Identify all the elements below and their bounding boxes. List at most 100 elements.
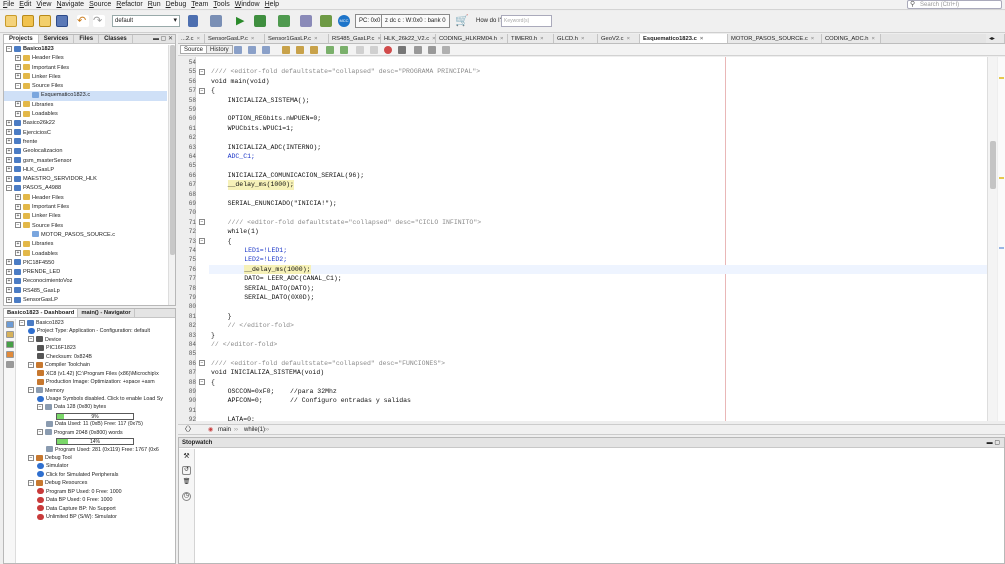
navigate-back-icon[interactable]: 〈〉 bbox=[181, 425, 195, 435]
close-icon[interactable]: × bbox=[197, 36, 200, 42]
collapse-icon[interactable]: − bbox=[28, 361, 34, 368]
expand-icon[interactable]: + bbox=[6, 259, 12, 266]
mark[interactable] bbox=[999, 247, 1004, 249]
open-project-icon[interactable] bbox=[39, 15, 51, 27]
collapse-icon[interactable]: − bbox=[19, 319, 25, 326]
expand-icon[interactable]: + bbox=[6, 268, 12, 275]
fold-icon[interactable]: − bbox=[199, 68, 205, 75]
close-icon[interactable]: × bbox=[627, 36, 630, 42]
editor-tab[interactable]: ...2.c × bbox=[178, 34, 205, 43]
code-line[interactable]: OPTION_REGbits.nWPUEN=0; bbox=[228, 114, 322, 123]
scrollbar-thumb[interactable] bbox=[990, 141, 996, 189]
code-line[interactable]: APFCON=0; // Configuro entradas y salida… bbox=[228, 396, 411, 405]
chip-icon[interactable] bbox=[6, 341, 14, 348]
tree-item[interactable]: − PASOS_A4988 bbox=[4, 184, 167, 193]
code-line[interactable]: LED2=!LED2; bbox=[244, 255, 287, 264]
menu-item-window[interactable]: Window bbox=[235, 1, 260, 8]
dashboard-item[interactable]: Simulator bbox=[17, 462, 175, 470]
fold-icon[interactable]: − bbox=[199, 238, 205, 245]
last-edit-icon[interactable] bbox=[234, 46, 242, 54]
close-icon[interactable]: × bbox=[872, 36, 875, 42]
dashboard-item[interactable]: Program Used: 281 (0x119) Free: 1767 (0x… bbox=[17, 446, 175, 454]
forward-icon[interactable] bbox=[262, 46, 270, 54]
dashboard-item[interactable]: − Program 2048 (0x800) words bbox=[17, 429, 175, 437]
tab-dashboard[interactable]: Basico1823 - Dashboard bbox=[4, 309, 79, 317]
undo-icon[interactable]: ↶ bbox=[77, 15, 89, 27]
close-icon[interactable]: × bbox=[811, 36, 814, 42]
menu-item-edit[interactable]: Edit bbox=[19, 1, 31, 8]
dashboard-item[interactable]: − Compiler Toolchain bbox=[17, 361, 175, 369]
tree-item[interactable]: + Important Files bbox=[4, 64, 167, 73]
menu-item-help[interactable]: Help bbox=[265, 1, 279, 8]
tree-item[interactable]: − Source Files bbox=[4, 82, 167, 91]
code-line[interactable]: SERIAL_ENUNCIADO("INICIA!"); bbox=[228, 199, 337, 208]
breadcrumb-main[interactable]: main bbox=[218, 425, 231, 435]
tab-files[interactable]: Files bbox=[74, 35, 100, 43]
shift-left-icon[interactable] bbox=[356, 46, 364, 54]
code-line[interactable]: ADC_C1; bbox=[228, 152, 255, 161]
tree-item[interactable]: + SensorGasLP bbox=[4, 296, 167, 305]
menu-item-tools[interactable]: Tools bbox=[213, 1, 229, 8]
expand-icon[interactable]: + bbox=[6, 157, 12, 164]
tree-item[interactable]: + Linker Files bbox=[4, 73, 167, 82]
stop-macro-icon[interactable] bbox=[398, 46, 406, 54]
editor-tab[interactable]: Esquematico1823.c × bbox=[640, 34, 728, 43]
tree-item[interactable]: + Important Files bbox=[4, 203, 167, 212]
trash-icon[interactable]: 🗑 bbox=[182, 479, 191, 488]
tree-item[interactable]: Esquematico1823.c bbox=[4, 91, 167, 101]
history-tab[interactable]: History bbox=[206, 45, 233, 54]
code-line[interactable]: } bbox=[228, 312, 232, 321]
source-tab[interactable]: Source bbox=[180, 45, 208, 54]
tab-services[interactable]: Services bbox=[39, 35, 75, 43]
code-line[interactable]: //// <editor-fold defaultstate="collapse… bbox=[228, 218, 482, 227]
menu-item-run[interactable]: Run bbox=[148, 1, 161, 8]
configuration-select[interactable]: default bbox=[112, 15, 180, 27]
dashboard-item[interactable]: Data BP Used: 0 Free: 1000 bbox=[17, 496, 175, 504]
hold-reset-icon[interactable] bbox=[320, 15, 332, 27]
code-line[interactable]: { bbox=[211, 86, 215, 95]
tab-navigator[interactable]: main() - Navigator bbox=[78, 309, 135, 317]
expand-icon[interactable]: + bbox=[15, 212, 21, 219]
dashboard-item[interactable]: Program BP Used: 0 Free: 1000 bbox=[17, 488, 175, 496]
menu-item-navigate[interactable]: Navigate bbox=[56, 1, 84, 8]
editor-tab[interactable]: GLCD.h × bbox=[554, 34, 598, 43]
expand-icon[interactable]: + bbox=[15, 250, 21, 257]
expand-icon[interactable]: + bbox=[15, 110, 21, 117]
projects-scrollbar[interactable] bbox=[168, 45, 175, 305]
debug-run-icon[interactable] bbox=[254, 15, 266, 27]
code-line[interactable]: __delay_ms(1000); bbox=[244, 264, 311, 275]
dashboard-item[interactable]: − Device bbox=[17, 336, 175, 344]
code-line[interactable]: WPUCbits.WPUC1=1; bbox=[228, 124, 294, 133]
new-file-icon[interactable] bbox=[5, 15, 17, 27]
format-icon[interactable] bbox=[442, 46, 450, 54]
menu-item-refactor[interactable]: Refactor bbox=[116, 1, 142, 8]
editor-tab[interactable]: SensorGasLP.c × bbox=[205, 34, 265, 43]
menu-item-file[interactable]: File bbox=[3, 1, 14, 8]
back-icon[interactable] bbox=[248, 46, 256, 54]
tree-item[interactable]: − Source Files bbox=[4, 222, 167, 231]
tab-classes[interactable]: Classes bbox=[99, 35, 133, 43]
close-icon[interactable]: × bbox=[540, 36, 543, 42]
dashboard-item[interactable]: Data Used: 11 (0xB) Free: 117 (0x75) bbox=[17, 420, 175, 428]
tree-item[interactable]: + EjerciciosC bbox=[4, 129, 167, 138]
tree-item[interactable]: + ReconocimientoVoz bbox=[4, 277, 167, 286]
editor-tab[interactable]: RS485_GasLP.c × bbox=[329, 34, 381, 43]
tab-projects[interactable]: Projects bbox=[4, 35, 39, 43]
code-line[interactable]: OSCCON=0xF0; //para 32Mhz bbox=[228, 387, 337, 396]
dashboard-item[interactable]: − Debug Resources bbox=[17, 479, 175, 487]
dashboard-item[interactable]: − Memory bbox=[17, 387, 175, 395]
expand-icon[interactable]: + bbox=[15, 54, 21, 61]
program-device-icon[interactable] bbox=[278, 15, 290, 27]
tab-scroll-controls[interactable]: ◂▸ bbox=[986, 34, 1005, 43]
menu-item-debug[interactable]: Debug bbox=[166, 1, 187, 8]
code-line[interactable]: // </editor-fold> bbox=[211, 340, 277, 349]
expand-icon[interactable]: + bbox=[6, 166, 12, 173]
editor-tab[interactable]: CODING_ADC.h × bbox=[822, 34, 881, 43]
tree-item[interactable]: + frente bbox=[4, 138, 167, 147]
dashboard-item[interactable]: Checksum: 0x824B bbox=[17, 353, 175, 361]
editor-tab[interactable]: CODING_HLKRM04.h × bbox=[436, 34, 508, 43]
fold-icon[interactable]: − bbox=[199, 87, 205, 94]
new-project-icon[interactable] bbox=[22, 15, 34, 27]
keyword-input[interactable]: Keyword(s) bbox=[501, 15, 552, 27]
tool-icon[interactable] bbox=[6, 351, 14, 358]
